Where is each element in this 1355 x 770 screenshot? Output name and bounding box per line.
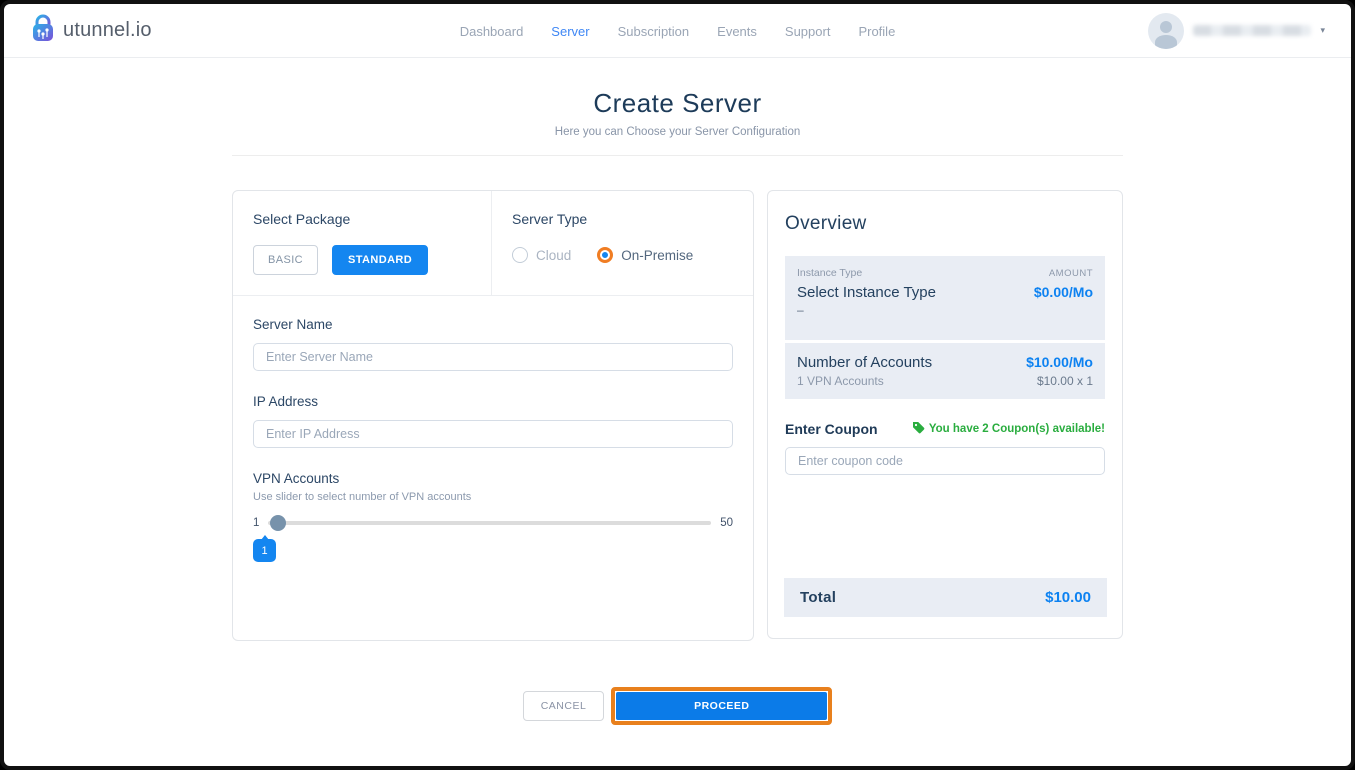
select-package-label: Select Package bbox=[253, 211, 471, 227]
coupon-code-input[interactable] bbox=[785, 447, 1105, 475]
vpn-accounts-slider: 1 50 bbox=[253, 517, 733, 529]
accounts-block: Number of Accounts $10.00/Mo 1 VPN Accou… bbox=[785, 343, 1105, 399]
user-menu[interactable]: ▾ bbox=[1148, 13, 1325, 49]
on-premise-radio-label: On-Premise bbox=[621, 248, 693, 263]
coupon-availability-text: You have 2 Coupon(s) available! bbox=[929, 423, 1105, 435]
instance-type-detail: – bbox=[797, 303, 1093, 329]
app-window: utunnel.io Dashboard Server Subscription… bbox=[0, 0, 1355, 770]
vpn-accounts-hint: Use slider to select number of VPN accou… bbox=[253, 491, 733, 503]
package-standard-button[interactable]: STANDARD bbox=[332, 245, 428, 275]
nav-item-support[interactable]: Support bbox=[785, 24, 831, 39]
nav-item-subscription[interactable]: Subscription bbox=[618, 24, 690, 39]
radio-selected-icon bbox=[597, 247, 613, 263]
server-name-input[interactable] bbox=[253, 343, 733, 371]
slider-min-label: 1 bbox=[253, 517, 259, 529]
slider-track[interactable] bbox=[268, 521, 711, 525]
coupon-availability: You have 2 Coupon(s) available! bbox=[912, 421, 1105, 437]
slider-max-label: 50 bbox=[720, 517, 733, 529]
accounts-amount: $10.00/Mo bbox=[1026, 354, 1093, 370]
total-amount: $10.00 bbox=[1045, 589, 1091, 606]
instance-type-value: Select Instance Type bbox=[797, 284, 936, 301]
page-subtitle: Here you can Choose your Server Configur… bbox=[4, 126, 1351, 138]
server-config-card: Select Package BASIC STANDARD Server Typ… bbox=[232, 190, 754, 641]
slider-value-tooltip: 1 bbox=[253, 539, 276, 562]
chevron-down-icon: ▾ bbox=[1320, 25, 1325, 36]
select-package-section: Select Package BASIC STANDARD bbox=[233, 191, 492, 295]
slider-handle[interactable] bbox=[270, 515, 286, 531]
lock-logo-icon bbox=[30, 14, 56, 47]
top-navbar: utunnel.io Dashboard Server Subscription… bbox=[4, 4, 1351, 58]
package-basic-button[interactable]: BASIC bbox=[253, 245, 318, 275]
server-type-cloud-radio[interactable]: Cloud bbox=[512, 247, 571, 263]
nav-item-events[interactable]: Events bbox=[717, 24, 757, 39]
accounts-detail: 1 VPN Accounts bbox=[797, 374, 884, 388]
brand-logo[interactable]: utunnel.io bbox=[30, 14, 152, 47]
nav-item-dashboard[interactable]: Dashboard bbox=[460, 24, 524, 39]
page-header: Create Server Here you can Choose your S… bbox=[4, 88, 1351, 138]
instance-type-label: Instance Type bbox=[797, 267, 862, 279]
amount-column-header: AMOUNT bbox=[1049, 268, 1093, 279]
nav-item-server[interactable]: Server bbox=[551, 24, 589, 39]
nav-item-profile[interactable]: Profile bbox=[858, 24, 895, 39]
main-nav: Dashboard Server Subscription Events Sup… bbox=[460, 4, 896, 58]
server-form: Server Name IP Address VPN Accounts Use … bbox=[233, 296, 753, 583]
enter-coupon-label: Enter Coupon bbox=[785, 421, 878, 437]
ip-address-input[interactable] bbox=[253, 420, 733, 448]
cloud-radio-label: Cloud bbox=[536, 248, 571, 263]
server-type-section: Server Type Cloud On-Premise bbox=[492, 191, 713, 295]
cancel-button[interactable]: CANCEL bbox=[523, 691, 605, 721]
server-name-label: Server Name bbox=[253, 317, 733, 332]
radio-unselected-icon bbox=[512, 247, 528, 263]
brand-name: utunnel.io bbox=[63, 19, 152, 42]
footer-actions: CANCEL PROCEED bbox=[232, 687, 1123, 725]
proceed-button[interactable]: PROCEED bbox=[616, 692, 827, 720]
overview-title: Overview bbox=[785, 213, 1105, 235]
server-type-label: Server Type bbox=[512, 211, 693, 227]
server-type-on-premise-radio[interactable]: On-Premise bbox=[597, 247, 693, 263]
vpn-accounts-label: VPN Accounts bbox=[253, 471, 733, 486]
header-divider bbox=[232, 155, 1123, 156]
instance-type-amount: $0.00/Mo bbox=[1034, 284, 1093, 300]
page-title: Create Server bbox=[4, 88, 1351, 119]
coupon-tag-icon bbox=[912, 421, 925, 437]
accounts-calc: $10.00 x 1 bbox=[1037, 374, 1093, 388]
total-row: Total $10.00 bbox=[784, 578, 1107, 617]
accounts-label: Number of Accounts bbox=[797, 354, 932, 371]
total-label: Total bbox=[800, 589, 836, 606]
user-avatar bbox=[1148, 13, 1184, 49]
proceed-highlight-annotation: PROCEED bbox=[611, 687, 832, 725]
overview-card: Overview Instance Type AMOUNT Select Ins… bbox=[767, 190, 1123, 639]
user-name-redacted bbox=[1193, 25, 1311, 36]
instance-type-block: Instance Type AMOUNT Select Instance Typ… bbox=[785, 256, 1105, 340]
ip-address-label: IP Address bbox=[253, 394, 733, 409]
coupon-section-header: Enter Coupon You have 2 Coupon(s) availa… bbox=[785, 421, 1105, 437]
